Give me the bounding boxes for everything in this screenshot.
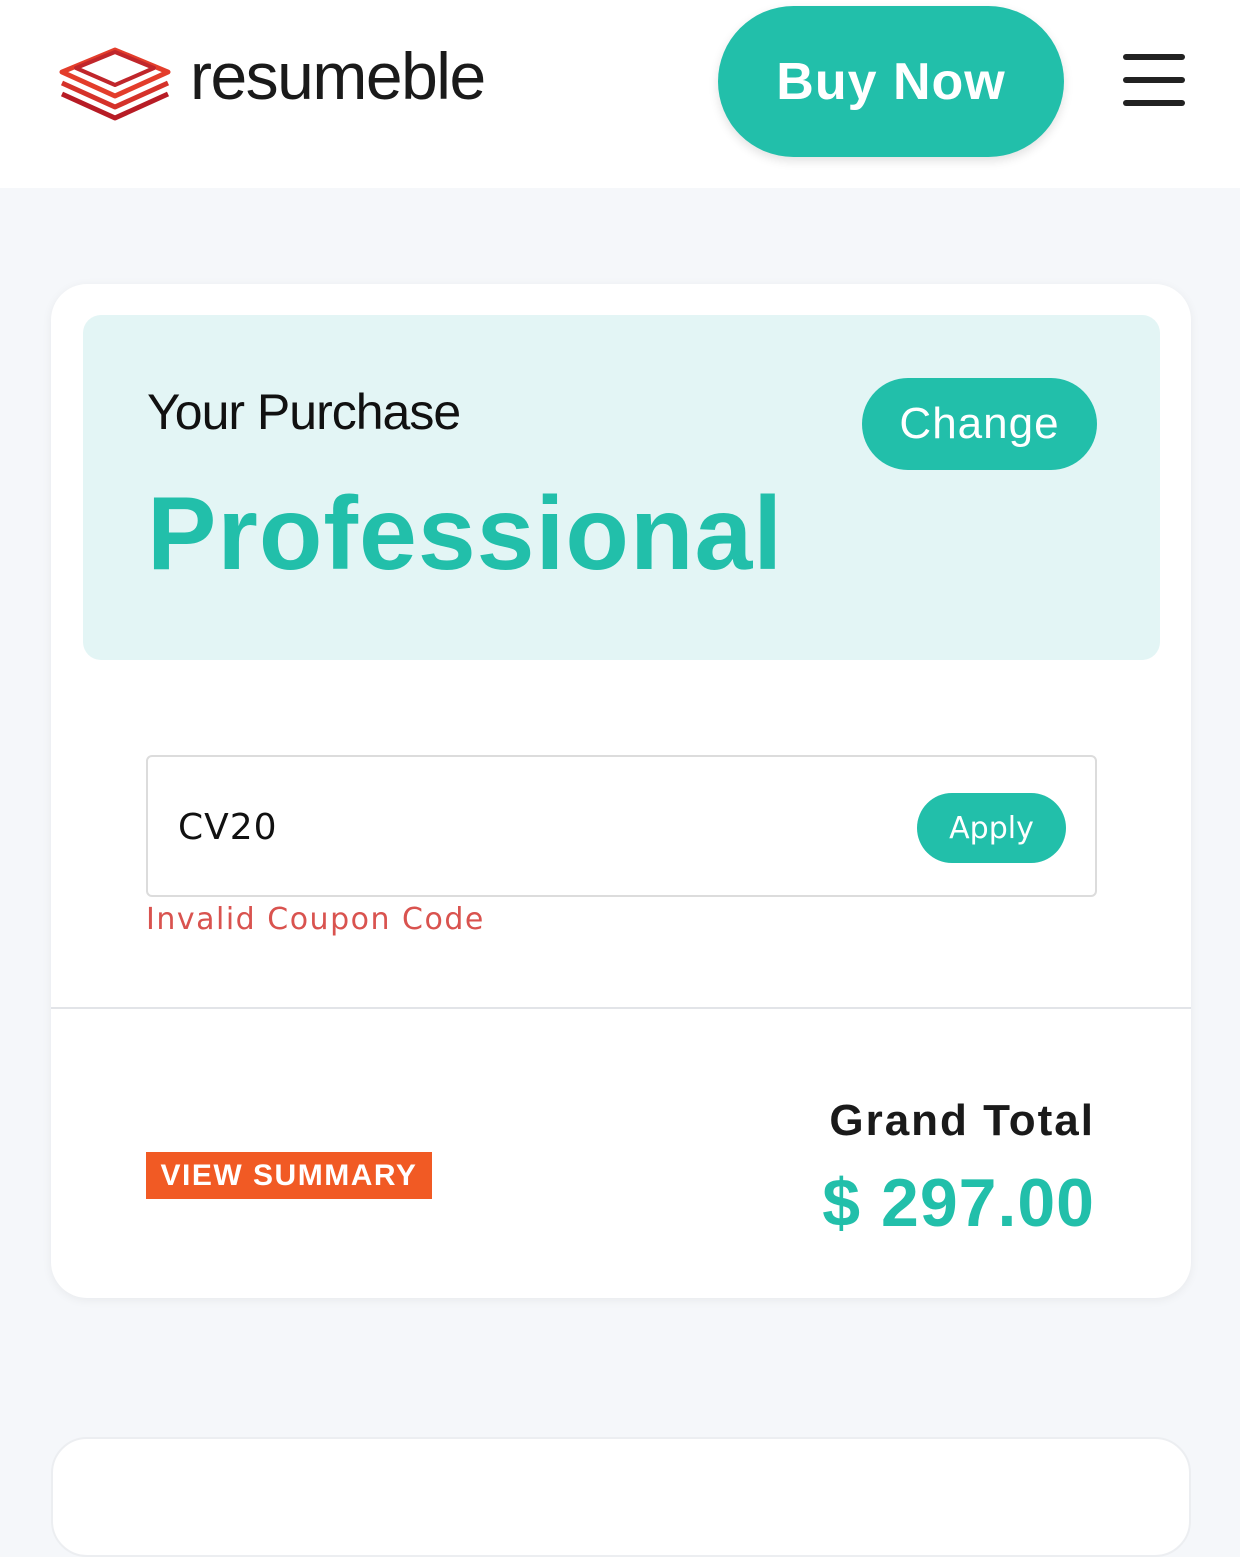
purchase-summary-box: Your Purchase Professional Change bbox=[83, 315, 1160, 660]
view-summary-button[interactable]: VIEW SUMMARY bbox=[146, 1152, 432, 1199]
logo-text: resumeble bbox=[190, 39, 486, 113]
divider bbox=[51, 1007, 1191, 1009]
grand-total-value: $ 297.00 bbox=[822, 1165, 1095, 1241]
buy-now-button[interactable]: Buy Now bbox=[718, 6, 1064, 157]
apply-coupon-button[interactable]: Apply bbox=[917, 793, 1066, 863]
purchase-card: Your Purchase Professional Change Apply … bbox=[51, 284, 1191, 1298]
grand-total-label: Grand Total bbox=[829, 1096, 1095, 1145]
resumeble-logo[interactable]: resumeble bbox=[58, 38, 558, 122]
stacked-layers-logo-icon bbox=[59, 47, 171, 121]
top-header: resumeble Buy Now bbox=[0, 0, 1240, 188]
purchase-label: Your Purchase bbox=[147, 384, 461, 440]
coupon-error-message: Invalid Coupon Code bbox=[146, 902, 485, 937]
next-card bbox=[51, 1437, 1191, 1557]
change-plan-button[interactable]: Change bbox=[862, 378, 1097, 470]
hamburger-menu-icon[interactable] bbox=[1116, 48, 1192, 112]
coupon-field-wrapper: Apply bbox=[146, 755, 1097, 897]
coupon-input[interactable] bbox=[178, 787, 878, 867]
plan-name: Professional bbox=[147, 476, 784, 592]
